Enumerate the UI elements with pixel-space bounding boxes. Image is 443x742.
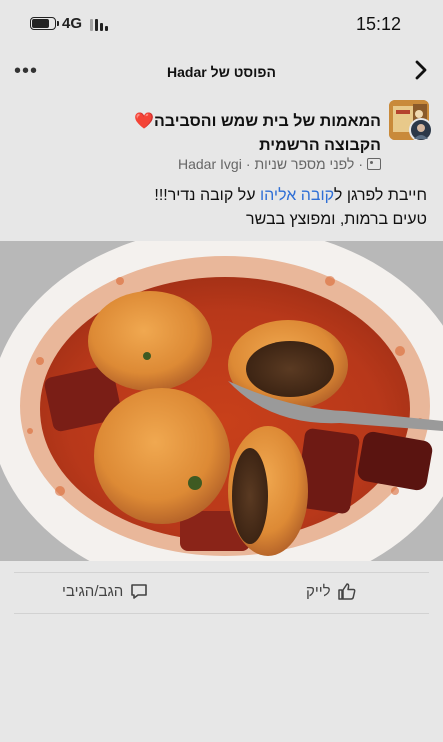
comment-button[interactable]: הגב/הגיבי	[62, 581, 149, 601]
network-type: 4G	[62, 15, 83, 32]
group-icon	[367, 158, 381, 170]
mentioned-page-link[interactable]: קובה אליהו	[260, 187, 334, 204]
post-body: חייבת לפרגן לקובה אליהו על קובה נדיר!!! …	[17, 184, 427, 232]
group-name-link[interactable]: המאמות של בית שמש והסביבה❤️הקבוצה הרשמית	[81, 110, 381, 158]
post-meta: · לפני מספר שניות · Hadar Ivgi	[178, 156, 381, 172]
post-text-line-2: טעים ברמות, ומפוצץ בבשר	[246, 211, 427, 228]
page-title: הפוסט של Hadar	[167, 64, 276, 80]
post-timestamp[interactable]: לפני מספר שניות	[254, 156, 354, 172]
chevron-right-icon[interactable]	[411, 58, 431, 82]
divider-bottom	[14, 613, 429, 614]
post-header-bar: ••• הפוסט של Hadar	[0, 52, 443, 92]
signal-strength-icon	[90, 17, 110, 31]
battery-level	[32, 19, 49, 28]
author-name-link[interactable]: Hadar Ivgi	[178, 156, 242, 172]
comment-label: הגב/הגיבי	[62, 582, 124, 600]
like-button[interactable]: לייק	[306, 581, 357, 601]
post-photo[interactable]	[0, 241, 443, 561]
battery-icon	[30, 17, 59, 30]
post-text-line-1: חייבת לפרגן לקובה אליהו על קובה נדיר!!!	[154, 187, 427, 204]
post-actions: הגב/הגיבי לייק	[0, 572, 443, 614]
status-bar: 4G 15:12	[0, 0, 443, 48]
comment-icon	[131, 584, 148, 599]
like-label: לייק	[306, 582, 331, 600]
thumbs-up-icon	[337, 583, 356, 600]
author-avatar[interactable]	[409, 118, 433, 142]
status-time: 15:12	[355, 14, 401, 34]
